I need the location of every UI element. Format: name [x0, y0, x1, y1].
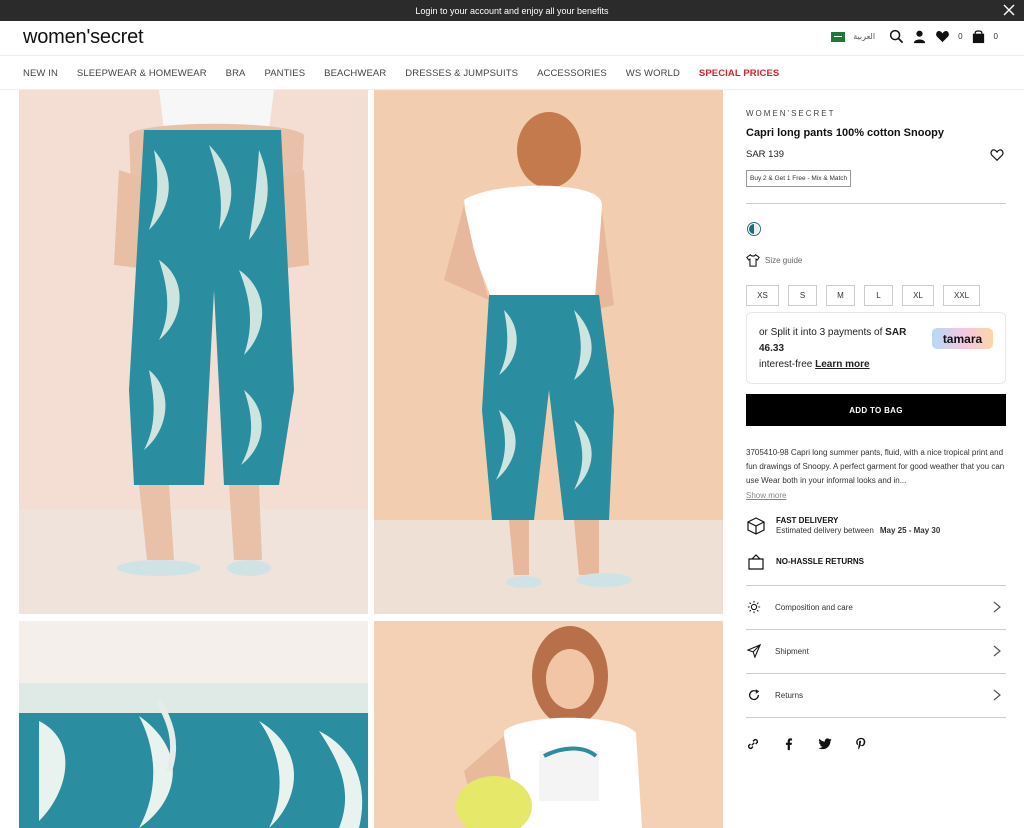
- size-guide-label: Size guide: [765, 255, 803, 265]
- product-description: 3705410-98 Capri long summer pants, flui…: [746, 448, 1005, 485]
- product-brand: WOMEN'SECRET: [746, 109, 836, 118]
- copy-link-icon[interactable]: [746, 737, 760, 751]
- size-option-m[interactable]: M: [826, 285, 855, 306]
- product-gallery: [19, 90, 723, 828]
- box-icon: [747, 517, 765, 535]
- header-actions: العربية 0 0: [831, 29, 998, 44]
- nav-item-ws-world[interactable]: WS WORLD: [626, 68, 680, 79]
- announcement-text[interactable]: Login to your account and enjoy all your…: [415, 6, 608, 16]
- accordion-label: Returns: [775, 690, 804, 700]
- product-title: Capri long pants 100% cotton Snoopy: [746, 127, 945, 139]
- delivery-dates: May 25 - May 30: [879, 526, 941, 535]
- divider: [746, 203, 1006, 204]
- share-links: [746, 737, 868, 751]
- tamara-installments-box: or Split it into 3 payments of SAR 46.33…: [746, 312, 1006, 384]
- divider: [746, 717, 1006, 718]
- pinterest-icon[interactable]: [854, 737, 868, 751]
- returns-info: NO-HASSLE RETURNS: [746, 552, 864, 572]
- nav-item-bra[interactable]: BRA: [226, 68, 246, 79]
- brand-logo[interactable]: women'secret: [23, 26, 144, 49]
- bag-count: 0: [993, 32, 998, 41]
- nav-item-new-in[interactable]: NEW IN: [23, 68, 58, 79]
- product-photo-model[interactable]: [374, 621, 723, 828]
- product-photo-back[interactable]: [374, 90, 723, 614]
- tamara-line-3: interest-free Learn more: [759, 359, 870, 370]
- color-swatch[interactable]: [747, 222, 761, 236]
- nav-item-dresses[interactable]: DRESSES & JUMPSUITS: [405, 68, 518, 79]
- size-guide-link[interactable]: Size guide: [746, 253, 802, 267]
- account-icon[interactable]: [912, 29, 927, 44]
- facebook-icon[interactable]: [782, 737, 796, 751]
- return-box-icon: [748, 554, 764, 570]
- chevron-right-icon: [993, 645, 1001, 657]
- accordion-composition[interactable]: Composition and care: [746, 586, 1006, 628]
- chevron-right-icon: [993, 601, 1001, 613]
- wishlist-heart-icon[interactable]: [935, 29, 950, 44]
- size-option-xl[interactable]: XL: [902, 285, 934, 306]
- product-price: SAR 139: [746, 149, 785, 160]
- accordion-label: Shipment: [775, 646, 809, 656]
- tshirt-icon: [746, 253, 760, 267]
- delivery-title: FAST DELIVERY: [776, 516, 839, 525]
- search-icon[interactable]: [889, 29, 904, 44]
- tamara-learn-more-link[interactable]: Learn more: [815, 359, 869, 370]
- site-header: women'secret العربية 0 0: [0, 21, 1024, 56]
- close-icon[interactable]: [1002, 3, 1016, 17]
- size-option-l[interactable]: L: [864, 285, 893, 306]
- language-switch[interactable]: العربية: [853, 32, 875, 41]
- promo-badge[interactable]: Buy 2 & Get 1 Free - Mix & Match: [746, 170, 852, 187]
- nav-item-sleepwear[interactable]: SLEEPWEAR & HOMEWEAR: [77, 68, 207, 79]
- size-option-xxl[interactable]: XXL: [943, 285, 980, 306]
- tamara-logo: tamara: [932, 328, 993, 349]
- product-details-panel: WOMEN'SECRET Capri long pants 100% cotto…: [746, 90, 1006, 828]
- show-more-link[interactable]: Show more: [746, 491, 786, 500]
- accordion-label: Composition and care: [775, 602, 853, 612]
- announcement-bar: Login to your account and enjoy all your…: [0, 0, 1024, 21]
- add-to-bag-button[interactable]: ADD TO BAG: [746, 394, 1006, 426]
- delivery-subtitle: Estimated delivery between May 25 - May 3…: [776, 526, 941, 535]
- size-selector: XS S M L XL XXL: [746, 285, 980, 306]
- accordion-returns[interactable]: Returns: [746, 674, 1006, 716]
- paper-plane-icon: [747, 644, 761, 658]
- accordion-shipment[interactable]: Shipment: [746, 630, 1006, 672]
- product-photo-front[interactable]: [19, 90, 368, 614]
- chevron-right-icon: [993, 689, 1001, 701]
- wishlist-count: 0: [958, 32, 963, 41]
- flag-icon[interactable]: [831, 31, 846, 42]
- gear-icon: [747, 600, 761, 614]
- product-photo-detail[interactable]: [19, 621, 368, 828]
- shopping-bag-icon[interactable]: [971, 29, 986, 44]
- wishlist-outline-icon[interactable]: [990, 148, 1004, 162]
- nav-item-accessories[interactable]: ACCESSORIES: [537, 68, 607, 79]
- main-nav: NEW IN SLEEPWEAR & HOMEWEAR BRA PANTIES …: [0, 57, 1024, 90]
- nav-item-panties[interactable]: PANTIES: [265, 68, 306, 79]
- returns-badge-text: NO-HASSLE RETURNS: [776, 557, 865, 566]
- size-option-xs[interactable]: XS: [746, 285, 779, 306]
- refresh-icon: [749, 689, 760, 701]
- size-option-s[interactable]: S: [788, 285, 817, 306]
- fast-delivery-info: FAST DELIVERY Estimated delivery between…: [746, 516, 940, 536]
- twitter-icon[interactable]: [818, 737, 832, 751]
- nav-item-special-prices[interactable]: SPECIAL PRICES: [699, 68, 779, 79]
- nav-item-beachwear[interactable]: BEACHWEAR: [324, 68, 386, 79]
